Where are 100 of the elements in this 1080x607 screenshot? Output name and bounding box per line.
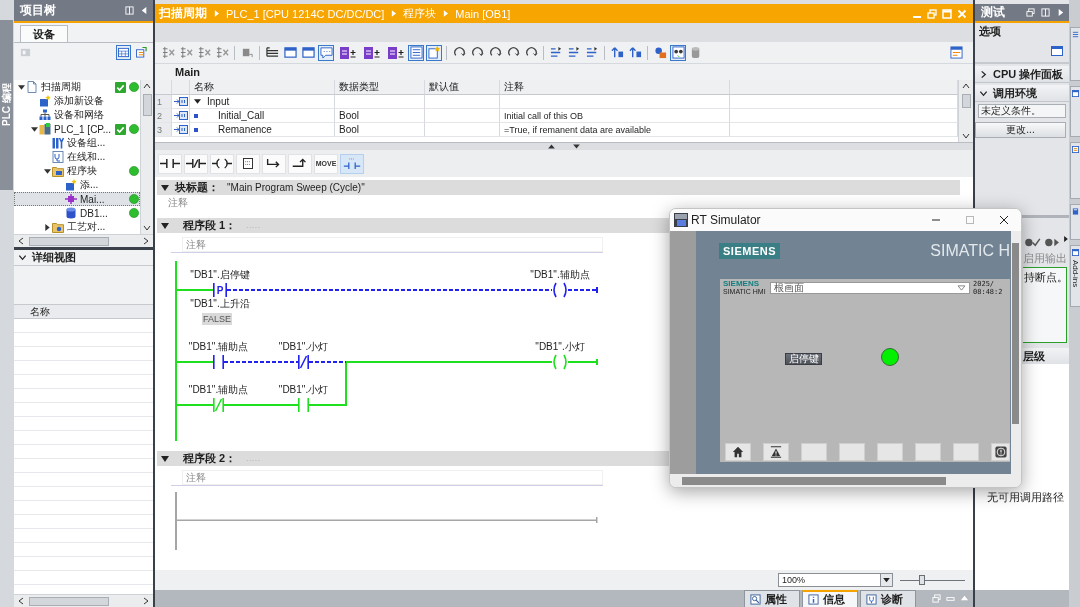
operand-label[interactable]: "DB1".小灯 [278, 384, 329, 395]
restore-icon[interactable] [1026, 8, 1035, 17]
coil[interactable] [553, 282, 567, 298]
expanded-arrow-icon[interactable] [17, 83, 25, 91]
empty-cell[interactable] [425, 95, 500, 109]
overflow-arrow-icon[interactable] [1064, 236, 1068, 242]
expanded-arrow-icon[interactable] [194, 98, 201, 105]
export-button[interactable] [134, 45, 149, 60]
table-cell[interactable]: Initial call of this OB [500, 109, 730, 123]
scroll-thumb[interactable] [29, 236, 109, 246]
tab[interactable]: 属性 [744, 590, 800, 607]
scroll-thumb[interactable] [142, 94, 152, 116]
empty-cell[interactable] [425, 109, 500, 123]
tab[interactable]: 诊断 [860, 590, 916, 607]
tree-item[interactable]: 设备和网络 [14, 108, 140, 122]
column-header[interactable]: 数据类型 [335, 80, 425, 95]
operand-label[interactable]: "DB1".小灯 [278, 341, 329, 352]
operand-label[interactable]: "DB1".辅助点 [188, 384, 249, 395]
section-header[interactable]: CPU 操作面板 [975, 66, 1069, 83]
tree-item[interactable]: 扫描周期 [14, 80, 140, 94]
toolbar-button[interactable] [652, 44, 668, 61]
scrollbar[interactable] [670, 474, 1021, 487]
side-tab[interactable]: Add-ins [1070, 245, 1080, 307]
change-button[interactable]: 更改... [975, 122, 1066, 138]
scroll-thumb[interactable] [29, 596, 109, 606]
tree-item[interactable]: 设备组... [14, 136, 140, 150]
tree-item[interactable]: 添... [14, 178, 140, 192]
side-tab[interactable] [1070, 142, 1080, 199]
condition-field[interactable]: 未定义条件。 [978, 104, 1066, 118]
side-tab[interactable] [1070, 204, 1080, 240]
function-key[interactable] [991, 443, 1010, 461]
chevron-down-icon[interactable] [18, 253, 27, 262]
empty-cell[interactable] [730, 109, 958, 123]
toolbar-button[interactable] [670, 44, 686, 61]
down-arrow-icon[interactable] [572, 144, 581, 149]
expanded-arrow-icon[interactable] [43, 167, 51, 175]
empty-cell[interactable] [500, 95, 730, 109]
section-header[interactable]: 调用环境 [975, 85, 1069, 102]
zoom-dropdown[interactable]: 100% [778, 573, 893, 587]
expanded-arrow-icon[interactable] [161, 455, 169, 462]
column-header[interactable]: 注释 [500, 80, 730, 95]
dot-check-icon[interactable] [1024, 237, 1041, 248]
scroll-thumb[interactable] [961, 94, 971, 108]
scrollbar[interactable] [14, 594, 153, 607]
comment-field[interactable]: 注释 [165, 195, 585, 210]
operand-label[interactable]: "DB1".小灯 [535, 341, 585, 352]
table-cell[interactable]: Bool [335, 123, 425, 137]
instruction-button[interactable] [262, 153, 286, 174]
instruction-button[interactable] [210, 153, 234, 174]
no-contact[interactable] [213, 355, 224, 369]
column-header[interactable]: 名称 [190, 80, 335, 95]
edge-contact[interactable]: P [213, 283, 227, 297]
scrollbar[interactable] [14, 234, 153, 247]
up-arrow-icon[interactable] [547, 144, 556, 149]
split-view-icon[interactable] [125, 6, 134, 15]
dot-arrow-icon[interactable] [1044, 237, 1061, 248]
function-key[interactable] [725, 443, 751, 461]
toolbar-button[interactable] [300, 44, 316, 61]
block-title[interactable]: "Main Program Sweep (Cycle)" [227, 182, 365, 193]
variable-name[interactable]: Remanence [218, 124, 272, 135]
column-header[interactable]: 默认值 [425, 80, 500, 95]
empty-cell[interactable] [425, 123, 500, 137]
scrollbar[interactable] [140, 80, 153, 234]
toolbar-button[interactable] [948, 44, 964, 61]
comment-field[interactable]: 注释 [182, 470, 603, 485]
nc-contact[interactable] [298, 355, 309, 369]
side-tab[interactable] [1070, 86, 1080, 137]
comment-field[interactable]: 注释 [182, 237, 603, 252]
tree-item[interactable]: 在线和... [14, 150, 140, 164]
tab[interactable]: 信息 [802, 590, 858, 607]
instruction-button[interactable] [288, 153, 312, 174]
breakpoint-list[interactable]: 持断点。 [1023, 267, 1067, 343]
expanded-arrow-icon[interactable] [161, 184, 169, 191]
table-cell[interactable]: Bool [335, 109, 425, 123]
toolbar-button[interactable] [408, 44, 424, 61]
collapsed-arrow-icon[interactable] [43, 223, 51, 231]
tree-item[interactable]: Mai... [14, 192, 140, 206]
expand-icon[interactable] [1056, 8, 1065, 17]
operand-label[interactable]: "DB1".辅助点 [188, 341, 249, 352]
tree-item[interactable]: PLC_1 [CP... [14, 122, 140, 136]
tree-item[interactable]: 程序块 [14, 164, 140, 178]
split-view-icon[interactable] [1041, 8, 1050, 17]
operand-label[interactable]: "DB1".辅助点 [530, 269, 590, 280]
tree-item[interactable]: 工艺对... [14, 220, 140, 234]
operand-label[interactable]: "DB1".上升沿 [190, 298, 250, 309]
empty-cell[interactable] [730, 95, 958, 109]
function-key[interactable] [763, 443, 789, 461]
scrollbar[interactable] [958, 80, 973, 142]
instruction-button[interactable] [158, 153, 182, 174]
table-cell[interactable]: =True, if remanent data are available [500, 123, 730, 137]
screen-dropdown[interactable]: 根画面 [770, 282, 970, 294]
column-header[interactable]: 名称 [14, 305, 153, 318]
scroll-thumb[interactable] [682, 476, 946, 485]
tree-item[interactable]: 添加新设备 [14, 94, 140, 108]
scrollbar[interactable] [1011, 231, 1021, 474]
expanded-arrow-icon[interactable] [161, 222, 169, 229]
expanded-arrow-icon[interactable] [30, 125, 38, 133]
empty-cell[interactable] [335, 95, 425, 109]
toolbar-button[interactable] [282, 44, 298, 61]
window-icon[interactable] [1051, 46, 1063, 56]
